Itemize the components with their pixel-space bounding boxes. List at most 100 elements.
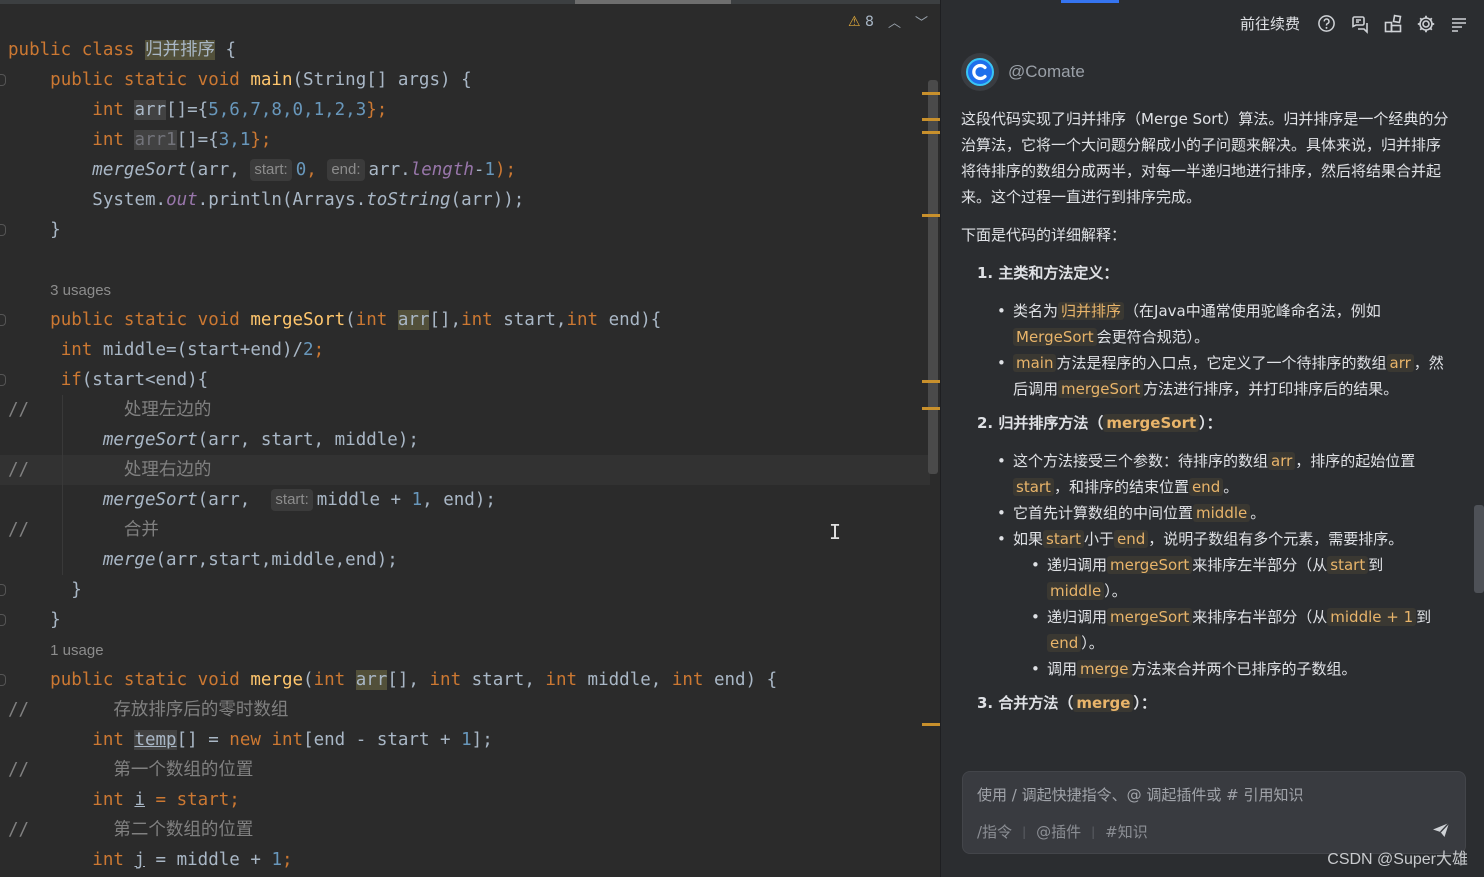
code-line[interactable]: // 第二个数组的位置 xyxy=(0,815,930,845)
code-line[interactable]: System.out.println(Arrays.toString(arr))… xyxy=(0,185,930,215)
problems-counter[interactable]: ⚠ 8 xyxy=(848,14,874,30)
code-line[interactable] xyxy=(0,245,930,275)
code-line[interactable]: merge(arr,start,middle,end); xyxy=(0,545,930,575)
knowledge-shortcut[interactable]: #知识 xyxy=(1105,821,1148,842)
code-token: 0 xyxy=(295,160,307,180)
warning-stripe-marker[interactable] xyxy=(922,92,940,95)
usages-hint[interactable]: 1 usage xyxy=(50,642,103,659)
code-token: (start<end){ xyxy=(81,370,209,390)
chevron-up-icon[interactable]: ︿ xyxy=(888,12,901,31)
code-line[interactable]: mergeSort(arr, start, middle); xyxy=(0,425,930,455)
code-line[interactable]: } xyxy=(0,215,930,245)
renew-link[interactable]: 前往续费 xyxy=(1240,13,1300,34)
chat-input-placeholder[interactable]: 使用 / 调起快捷指令、@ 调起插件或 # 引用知识 xyxy=(977,784,1303,805)
warning-stripe-marker[interactable] xyxy=(922,214,940,217)
code-token: if xyxy=(60,370,82,390)
text: 这个方法接受三个参数：待排序的数组 xyxy=(1013,452,1269,470)
warning-stripe-marker[interactable] xyxy=(922,723,940,726)
section-title: 2. 归并排序方法（ mergeSort）： xyxy=(961,410,1453,436)
text: 类名为 xyxy=(1013,302,1059,320)
chevron-down-icon[interactable]: ﹀ xyxy=(915,12,928,31)
command-shortcut[interactable]: /指令 xyxy=(977,821,1012,842)
chat-input[interactable]: 使用 / 调起快捷指令、@ 调起插件或 # 引用知识 /指令 | @插件 | #… xyxy=(962,771,1466,854)
send-icon[interactable] xyxy=(1431,820,1451,840)
code-token: public xyxy=(8,40,72,60)
code-line[interactable]: int arr1[]={3,1}; xyxy=(0,125,930,155)
chat-feedback-icon[interactable] xyxy=(1349,13,1370,34)
inline-code: start xyxy=(1327,556,1369,574)
horizontal-scrollbar-thumb[interactable] xyxy=(575,0,731,4)
code-line[interactable]: mergeSort(arr, start: 0, end: arr.length-1… xyxy=(0,155,930,185)
code-line[interactable]: // 存放排序后的零时数组 xyxy=(0,695,930,725)
code-token: temp xyxy=(134,730,177,750)
plugins-icon[interactable] xyxy=(1382,13,1403,34)
code-line[interactable]: // 处理左边的 xyxy=(0,395,930,425)
inline-code: end xyxy=(1188,478,1224,496)
code-token: ; xyxy=(313,340,325,360)
warning-stripe-marker[interactable] xyxy=(922,118,940,121)
code-line[interactable]: int temp[] = new int[end - start + 1]; xyxy=(0,725,930,755)
code-editor[interactable]: ⚠ 8 ︿ ﹀ public class 归并排序 { public stati… xyxy=(0,0,940,877)
settings-icon[interactable] xyxy=(1415,13,1436,34)
code-token: arr1 xyxy=(134,130,177,150)
warning-count: 8 xyxy=(865,13,874,30)
code-line[interactable]: // 第一个数组的位置 xyxy=(0,755,930,785)
code-token: end){ xyxy=(598,310,662,330)
text: 来排序右半部分（从 xyxy=(1192,608,1328,626)
code-line[interactable]: public static void merge(int arr[], int … xyxy=(0,665,930,695)
comate-assistant-panel: 前往续费 @Comate 这段代码实现了归并排序（Merge Sort）算法。归… xyxy=(940,0,1484,877)
code-token: arr xyxy=(355,670,388,690)
current-code-line[interactable]: // 处理右边的 xyxy=(0,455,930,485)
list-item: main方法是程序的入口点，它定义了一个待排序的数组arr，然后调用mergeS… xyxy=(997,350,1453,402)
text: 到 xyxy=(1416,608,1432,626)
inline-code: mergeSort xyxy=(1058,380,1144,398)
code-line[interactable]: } xyxy=(0,575,930,605)
method-name: main xyxy=(250,70,293,90)
code-line[interactable]: // 合并 xyxy=(0,515,930,545)
fold-marker-icon[interactable] xyxy=(0,224,6,236)
code-token: , xyxy=(306,160,328,180)
inspection-widget[interactable]: ⚠ 8 ︿ ﹀ xyxy=(848,12,928,32)
code-line[interactable]: int arr[]={5,6,7,8,0,1,2,3}; xyxy=(0,95,930,125)
vertical-scrollbar-thumb[interactable] xyxy=(928,80,938,474)
code-line[interactable]: if(start<end){ xyxy=(0,365,930,395)
code-token: { xyxy=(215,40,237,60)
chat-history[interactable]: @Comate 这段代码实现了归并排序（Merge Sort）算法。归并排序是一… xyxy=(941,48,1475,746)
code-token: ( xyxy=(345,310,356,330)
code-line[interactable]: int middle=(start+end)/2; xyxy=(0,335,930,365)
help-icon[interactable] xyxy=(1316,13,1337,34)
code-area[interactable]: public class 归并排序 { public static void m… xyxy=(0,35,930,875)
code-line[interactable]: 3 usages xyxy=(0,275,930,305)
fold-marker-icon[interactable] xyxy=(0,674,6,686)
warning-stripe-marker[interactable] xyxy=(922,380,940,383)
warning-stripe-marker[interactable] xyxy=(922,407,940,410)
warning-icon: ⚠ xyxy=(848,13,861,30)
text: 调用 xyxy=(1047,660,1078,678)
code-line[interactable]: public static void main(String[] args) { xyxy=(0,65,930,95)
warning-stripe-marker[interactable] xyxy=(922,131,940,134)
code-line[interactable]: 1 usage xyxy=(0,635,930,665)
chat-scrollbar-thumb[interactable] xyxy=(1474,505,1484,593)
code-line[interactable]: int i = start; xyxy=(0,785,930,815)
code-line[interactable]: int j = middle + 1; xyxy=(0,845,930,875)
fold-marker-icon[interactable] xyxy=(0,374,6,386)
code-token: - xyxy=(473,160,485,180)
fold-marker-icon[interactable] xyxy=(0,314,6,326)
fold-marker-icon[interactable] xyxy=(0,584,6,596)
fold-marker-icon[interactable] xyxy=(0,614,6,626)
plugin-shortcut[interactable]: @插件 xyxy=(1036,821,1081,842)
inline-code: arr xyxy=(1268,452,1296,470)
message-paragraph: 这段代码实现了归并排序（Merge Sort）算法。归并排序是一个经典的分治算法… xyxy=(961,110,1449,206)
code-line[interactable]: mergeSort(arr, start: middle + 1, end); xyxy=(0,485,930,515)
fold-marker-icon[interactable] xyxy=(0,74,6,86)
usages-hint[interactable]: 3 usages xyxy=(50,282,111,299)
code-token: int xyxy=(355,310,388,330)
comment-slashes: // xyxy=(8,700,30,720)
code-token: int xyxy=(461,310,493,330)
menu-icon[interactable] xyxy=(1448,13,1469,34)
code-line[interactable]: public static void mergeSort(int arr[],i… xyxy=(0,305,930,335)
code-line[interactable]: public class 归并排序 { xyxy=(0,35,930,65)
code-line[interactable]: } xyxy=(0,605,930,635)
method-call: mergeSort xyxy=(102,490,198,510)
text: 方法是程序的入口点，它定义了一个待排序的数组 xyxy=(1056,354,1387,372)
